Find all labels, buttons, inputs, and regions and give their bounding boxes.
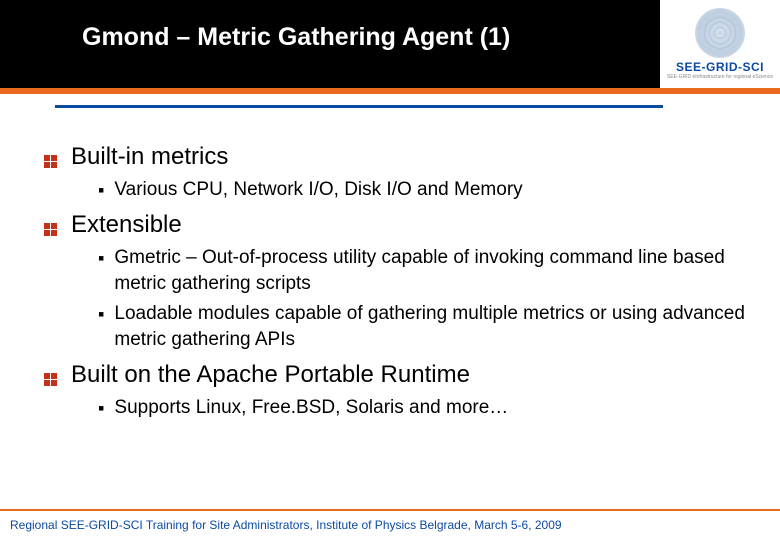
- list-item-label: Extensible: [71, 211, 182, 239]
- fingerprint-logo-icon: [695, 8, 745, 58]
- square-bullet-icon: ▪: [98, 395, 104, 421]
- sub-list: ▪ Gmetric – Out-of-process utility capab…: [98, 245, 745, 353]
- sub-list: ▪ Various CPU, Network I/O, Disk I/O and…: [98, 177, 745, 203]
- logo-text: SEE-GRID-SCI: [676, 60, 764, 74]
- sub-list-item-label: Supports Linux, Free.BSD, Solaris and mo…: [114, 395, 508, 421]
- sub-list: ▪ Supports Linux, Free.BSD, Solaris and …: [98, 395, 745, 421]
- list-item: Built on the Apache Portable Runtime: [40, 361, 745, 389]
- header-divider: [55, 105, 663, 108]
- square-bullet-icon: [44, 373, 57, 386]
- logo-subtitle: SEE-GRID eInfrastructure for regional eS…: [667, 74, 773, 80]
- sub-list-item-label: Loadable modules capable of gathering mu…: [114, 301, 745, 353]
- slide-title: Gmond – Metric Gathering Agent (1): [82, 23, 510, 52]
- footer-text: Regional SEE-GRID-SCI Training for Site …: [10, 518, 562, 532]
- sub-list-item: ▪ Gmetric – Out-of-process utility capab…: [98, 245, 745, 297]
- slide-header: Gmond – Metric Gathering Agent (1) SEE-G…: [0, 0, 780, 88]
- sub-list-item: ▪ Loadable modules capable of gathering …: [98, 301, 745, 353]
- header-accent-bar: [0, 88, 780, 94]
- sub-list-item: ▪ Various CPU, Network I/O, Disk I/O and…: [98, 177, 745, 203]
- logo-container: SEE-GRID-SCI SEE-GRID eInfrastructure fo…: [660, 0, 780, 88]
- sub-list-item: ▪ Supports Linux, Free.BSD, Solaris and …: [98, 395, 745, 421]
- list-item-label: Built-in metrics: [71, 143, 228, 171]
- list-item: Extensible: [40, 211, 745, 239]
- square-bullet-icon: [44, 155, 57, 168]
- footer-accent-bar: [0, 509, 780, 511]
- square-bullet-icon: [44, 223, 57, 236]
- list-item-label: Built on the Apache Portable Runtime: [71, 361, 470, 389]
- square-bullet-icon: ▪: [98, 177, 104, 203]
- square-bullet-icon: ▪: [98, 301, 104, 327]
- slide-body: Built-in metrics ▪ Various CPU, Network …: [40, 135, 745, 425]
- sub-list-item-label: Gmetric – Out-of-process utility capable…: [114, 245, 745, 297]
- sub-list-item-label: Various CPU, Network I/O, Disk I/O and M…: [114, 177, 522, 203]
- square-bullet-icon: ▪: [98, 245, 104, 271]
- list-item: Built-in metrics: [40, 143, 745, 171]
